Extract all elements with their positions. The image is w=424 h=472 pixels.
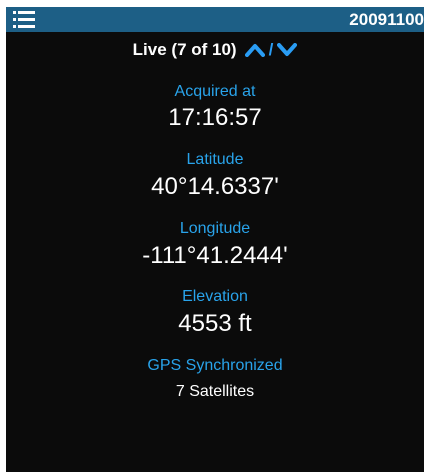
elevation-value: 4553 ft xyxy=(178,310,252,337)
longitude-value: -111°41.2444' xyxy=(142,242,288,269)
nav-separator: / xyxy=(268,40,274,59)
gps-status-panel: 20091100 Live (7 of 10) / Acquired at 17… xyxy=(6,7,424,472)
device-id: 20091100 xyxy=(349,10,424,29)
live-record-label: Live (7 of 10) xyxy=(132,40,237,59)
latitude-value: 40°14.6337' xyxy=(151,173,279,200)
longitude-label: Longitude xyxy=(179,220,251,237)
acquired-at-value: 17:16:57 xyxy=(168,104,262,131)
satellite-count: 7 Satellites xyxy=(175,383,255,400)
elevation-label: Elevation xyxy=(182,288,248,305)
chevron-down-icon[interactable] xyxy=(277,43,298,57)
gps-sync-label: GPS Synchronized xyxy=(147,357,283,374)
record-navigation: Live (7 of 10) / xyxy=(6,38,424,62)
latitude-label: Latitude xyxy=(186,151,244,168)
acquired-at-label: Acquired at xyxy=(174,83,256,100)
chevron-up-icon[interactable] xyxy=(244,43,265,57)
list-menu-icon[interactable] xyxy=(12,9,36,30)
top-bar: 20091100 xyxy=(6,7,424,32)
